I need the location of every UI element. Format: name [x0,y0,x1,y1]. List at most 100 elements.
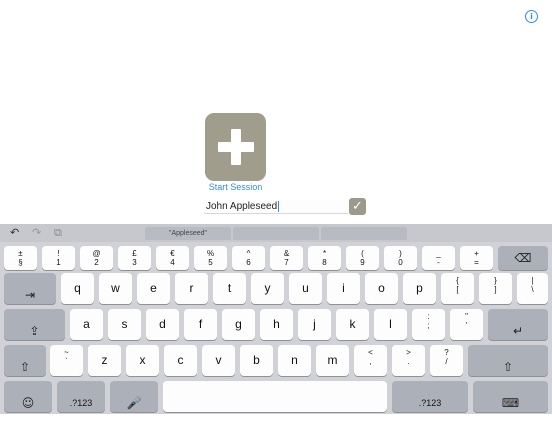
key-tilde[interactable]: ~ ` [50,345,83,376]
key-sym-0[interactable]: <, [354,345,387,376]
caps-lock-key[interactable]: ⇪ [4,309,65,340]
key-label: 4 [170,258,175,267]
key-h[interactable]: h [260,309,293,340]
key-g[interactable]: g [222,309,255,340]
key-u[interactable]: u [289,273,322,304]
info-icon[interactable]: i [525,10,538,23]
key-sym-2[interactable]: ? / [430,345,463,376]
key-label: > [406,348,411,357]
key-label: + [474,249,479,258]
key-label: 3 [132,258,137,267]
key-4[interactable]: €4 [156,246,189,270]
key-label: ~ [64,348,69,357]
start-session-label[interactable]: Start Session [180,182,291,192]
paste-icon[interactable]: ⧉ [54,226,62,240]
key-label: ☺ [21,396,35,410]
key-m[interactable]: m [316,345,349,376]
key-label: & [283,249,290,258]
key-a[interactable]: a [70,309,103,340]
text-caret [278,200,280,212]
key-x[interactable]: x [126,345,159,376]
key-p[interactable]: p [403,273,436,304]
hide-keyboard-icon[interactable]: ⌨ [473,381,548,412]
key-j[interactable]: j [298,309,331,340]
key-e[interactable]: e [137,273,170,304]
key-9[interactable]: (9 [346,246,379,270]
key-s[interactable]: s [108,309,141,340]
suggestion-3[interactable] [321,227,407,240]
key-sym-1[interactable]: >. [392,345,425,376]
emoji-key[interactable]: ☺ [4,381,52,412]
key-label: \ [531,285,534,294]
key-label: c [177,353,184,367]
key-label: q [74,281,81,295]
key-d[interactable]: d [146,309,179,340]
delete-key[interactable]: ⌫ [498,246,548,270]
return-key[interactable]: ↵ [488,309,548,340]
key-bracket-1[interactable]: }] [479,273,512,304]
key-punct-0[interactable]: :; [412,309,445,340]
key-=[interactable]: + = [460,246,493,270]
key-label: . [407,357,410,366]
key-i[interactable]: i [327,273,360,304]
key-bracket-0[interactable]: {[ [441,273,474,304]
key-n[interactable]: n [278,345,311,376]
undo-icon[interactable]: ↶ [10,226,19,239]
key-3[interactable]: £3 [118,246,151,270]
space-bar[interactable] [163,381,387,412]
key-y[interactable]: y [251,273,284,304]
numbers-key-left[interactable]: .?123 [57,381,105,412]
key-6[interactable]: ^ 6 [232,246,265,270]
key-0[interactable]: ) 0 [384,246,417,270]
key-label: € [170,249,175,258]
key-l[interactable]: l [374,309,407,340]
key-§[interactable]: ± § [4,246,37,270]
key-8[interactable]: * 8 [308,246,341,270]
key-t[interactable]: t [213,273,246,304]
key-z[interactable]: z [88,345,121,376]
key-label: d [159,317,166,331]
suggestion-1[interactable]: "Appleseed" [145,227,231,240]
key-label: : [427,312,430,321]
key-label: _ [436,249,441,258]
mic-icon[interactable]: 🎤 [110,381,158,412]
key-7[interactable]: & 7 [270,246,303,270]
redo-icon[interactable]: ↷ [32,226,41,239]
key-label: ( [361,249,364,258]
key-2[interactable]: @2 [80,246,113,270]
key-o[interactable]: o [365,273,398,304]
key-label: 🎤 [126,396,142,410]
key-w[interactable]: w [99,273,132,304]
key-r[interactable]: r [175,273,208,304]
shift-right-key[interactable]: ⇧ [468,345,548,376]
key-f[interactable]: f [184,309,217,340]
key-q[interactable]: q [61,273,94,304]
key-1[interactable]: ! 1 [42,246,75,270]
key-b[interactable]: b [240,345,273,376]
suggestion-2[interactable] [233,227,319,240]
key-label: ⌨ [501,396,520,410]
key-punct-1[interactable]: " ' [450,309,483,340]
checkmark-icon[interactable]: ✓ [349,198,366,215]
key-label: ) [399,249,402,258]
numbers-key-right[interactable]: .?123 [392,381,468,412]
key-label: , [369,357,372,366]
key-bracket-2[interactable]: | \ [517,273,548,304]
shift-left-key[interactable]: ⇧ [4,345,46,376]
key-label: | [531,276,534,285]
key-v[interactable]: v [202,345,235,376]
key--[interactable]: _ - [422,246,455,270]
tab-key[interactable]: ⇥ [4,273,56,304]
key-label: t [227,281,232,295]
keyboard: ↶ ↷ ⧉ "Appleseed" ± §! 1 @2 £3 €4% 5 ^ 6 & 7 * 8(9) 0… [0,224,552,414]
key-label: § [18,258,23,267]
key-c[interactable]: c [164,345,197,376]
key-label: 8 [322,258,327,267]
start-session-button[interactable] [205,113,266,181]
key-label: 1 [56,258,61,267]
key-5[interactable]: % 5 [194,246,227,270]
key-label: w [111,281,120,295]
key-k[interactable]: k [336,309,369,340]
name-input[interactable]: John Appleseed [204,200,348,214]
key-label: ] [494,285,497,294]
